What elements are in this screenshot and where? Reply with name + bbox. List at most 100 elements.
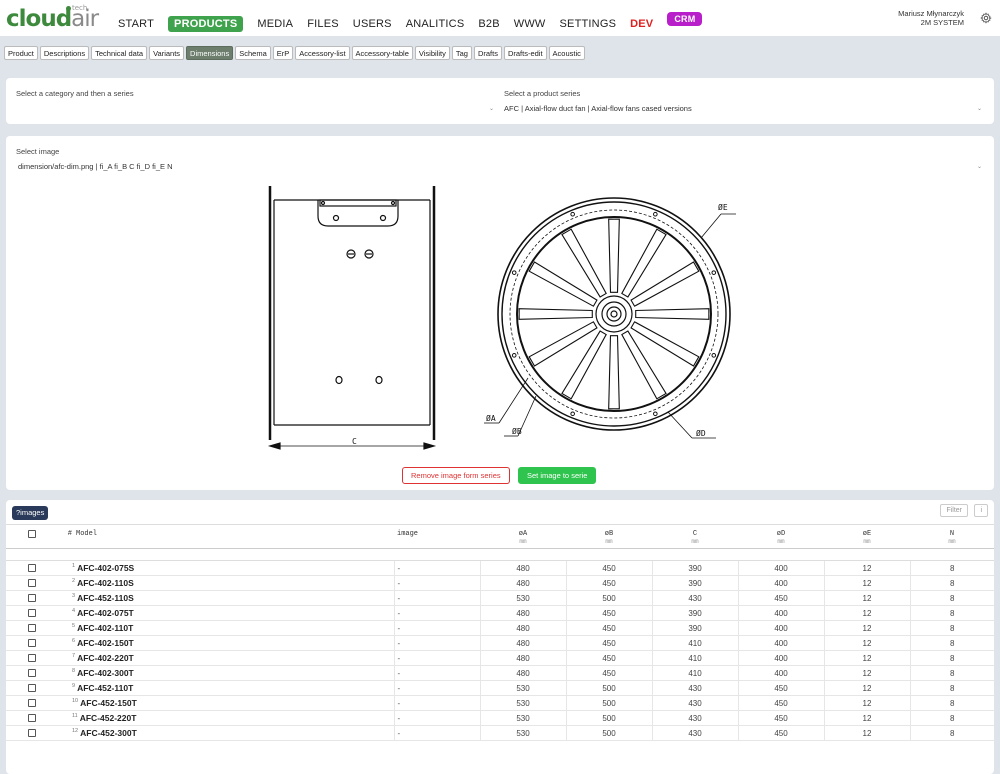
a-cell[interactable]: 530	[479, 710, 566, 726]
d-cell[interactable]: 400	[737, 605, 824, 621]
col-model[interactable]: Model	[72, 524, 394, 549]
table-row[interactable]: 12 AFC-452-300T -530 500 430 450 12 8	[6, 725, 994, 741]
image-cell[interactable]: -	[393, 665, 480, 681]
row-checkbox[interactable]	[28, 609, 36, 618]
a-cell[interactable]: 480	[479, 560, 566, 576]
image-cell[interactable]: -	[393, 680, 480, 696]
a-cell[interactable]: 480	[479, 605, 566, 621]
d-cell[interactable]: 400	[737, 560, 824, 576]
subtab-schema[interactable]: Schema	[235, 46, 271, 60]
subtab-accessory-table[interactable]: Accessory-table	[351, 46, 413, 60]
e-cell[interactable]: 12	[823, 695, 910, 711]
remove-image-button[interactable]: Remove image form series	[402, 467, 510, 484]
image-cell[interactable]: -	[393, 560, 480, 576]
col-c[interactable]: Cmm	[652, 524, 738, 549]
n-cell[interactable]: 8	[909, 665, 994, 681]
c-cell[interactable]: 390	[651, 620, 738, 636]
model-cell[interactable]: 3 AFC-452-110S	[72, 590, 394, 606]
d-cell[interactable]: 450	[737, 680, 824, 696]
a-cell[interactable]: 530	[479, 680, 566, 696]
b-cell[interactable]: 450	[565, 650, 652, 666]
c-cell[interactable]: 390	[651, 605, 738, 621]
d-cell[interactable]: 400	[737, 665, 824, 681]
d-cell[interactable]: 450	[737, 710, 824, 726]
e-cell[interactable]: 12	[823, 710, 910, 726]
model-cell[interactable]: 6 AFC-402-150T	[72, 635, 394, 651]
table-row[interactable]: 5 AFC-402-110T -480 450 390 400 12 8	[6, 620, 994, 636]
d-cell[interactable]: 450	[737, 695, 824, 711]
c-cell[interactable]: 430	[651, 710, 738, 726]
b-cell[interactable]: 500	[565, 725, 652, 741]
subtab-descriptions[interactable]: Descriptions	[39, 46, 90, 60]
model-cell[interactable]: 7 AFC-402-220T	[72, 650, 394, 666]
select-all-checkbox[interactable]	[28, 530, 36, 538]
col-a[interactable]: øA mm	[480, 524, 566, 549]
b-cell[interactable]: 450	[565, 560, 652, 576]
subtab-technical-data[interactable]: Technical data	[91, 46, 148, 60]
image-cell[interactable]: -	[393, 590, 480, 606]
row-checkbox[interactable]	[28, 669, 36, 678]
image-cell[interactable]: -	[393, 695, 480, 711]
subtab-visibility[interactable]: Visibility	[414, 46, 450, 60]
table-row[interactable]: 7 AFC-402-220T -480 450 410 400 12 8	[6, 650, 994, 666]
image-cell[interactable]: -	[393, 650, 480, 666]
logo[interactable]: cloudair tech	[6, 4, 99, 32]
e-cell[interactable]: 12	[823, 680, 910, 696]
n-cell[interactable]: 8	[909, 575, 994, 591]
e-cell[interactable]: 12	[823, 575, 910, 591]
subtab-dimensions[interactable]: Dimensions	[186, 46, 234, 60]
nav-files[interactable]: FILES	[307, 18, 339, 30]
col-image[interactable]: image	[394, 524, 480, 549]
e-cell[interactable]: 12	[823, 560, 910, 576]
c-cell[interactable]: 430	[651, 680, 738, 696]
row-checkbox[interactable]	[28, 654, 36, 663]
table-row[interactable]: 3 AFC-452-110S -530 500 430 450 12 8	[6, 590, 994, 606]
a-cell[interactable]: 480	[479, 575, 566, 591]
model-cell[interactable]: 4 AFC-402-075T	[72, 605, 394, 621]
table-row[interactable]: 8 AFC-402-300T -480 450 410 400 12 8	[6, 665, 994, 681]
d-cell[interactable]: 400	[737, 635, 824, 651]
image-cell[interactable]: -	[393, 620, 480, 636]
model-cell[interactable]: 1 AFC-402-075S	[72, 560, 394, 576]
row-checkbox[interactable]	[28, 684, 36, 693]
row-checkbox[interactable]	[28, 579, 36, 588]
e-cell[interactable]: 12	[823, 590, 910, 606]
c-cell[interactable]: 410	[651, 635, 738, 651]
image-cell[interactable]: -	[393, 575, 480, 591]
b-cell[interactable]: 500	[565, 680, 652, 696]
nav-dev[interactable]: DEV	[630, 18, 653, 30]
e-cell[interactable]: 12	[823, 635, 910, 651]
image-cell[interactable]: -	[393, 710, 480, 726]
nav-www[interactable]: WWW	[514, 18, 546, 30]
a-cell[interactable]: 480	[479, 620, 566, 636]
gear-icon[interactable]	[980, 12, 992, 24]
a-cell[interactable]: 530	[479, 725, 566, 741]
d-cell[interactable]: 400	[737, 620, 824, 636]
c-cell[interactable]: 430	[651, 590, 738, 606]
col-d[interactable]: øD mm	[738, 524, 824, 549]
set-image-button[interactable]: Set image to serie	[518, 467, 597, 484]
table-row[interactable]: 4 AFC-402-075T -480 450 390 400 12 8	[6, 605, 994, 621]
model-cell[interactable]: 5 AFC-402-110T	[72, 620, 394, 636]
n-cell[interactable]: 8	[909, 680, 994, 696]
col-n[interactable]: Nmm	[910, 524, 994, 549]
subtab-variants[interactable]: Variants	[149, 46, 185, 60]
n-cell[interactable]: 8	[909, 695, 994, 711]
c-cell[interactable]: 390	[651, 575, 738, 591]
series-select[interactable]: AFC | Axial-flow duct fan | Axial-flow f…	[500, 101, 986, 117]
filter-button[interactable]: Filter	[940, 504, 968, 517]
a-cell[interactable]: 530	[479, 695, 566, 711]
row-checkbox[interactable]	[28, 699, 36, 708]
e-cell[interactable]: 12	[823, 605, 910, 621]
model-cell[interactable]: 10 AFC-452-150T	[72, 695, 394, 711]
category-select[interactable]: ⌄	[14, 101, 498, 117]
table-row[interactable]: 9 AFC-452-110T -530 500 430 450 12 8	[6, 680, 994, 696]
subtab-erp[interactable]: ErP	[272, 46, 294, 60]
subtab-tag[interactable]: Tag	[451, 46, 472, 60]
subtab-drafts[interactable]: Drafts	[473, 46, 502, 60]
n-cell[interactable]: 8	[909, 710, 994, 726]
d-cell[interactable]: 450	[737, 725, 824, 741]
subtab-acoustic[interactable]: Acoustic	[548, 46, 585, 60]
n-cell[interactable]: 8	[909, 650, 994, 666]
n-cell[interactable]: 8	[909, 635, 994, 651]
